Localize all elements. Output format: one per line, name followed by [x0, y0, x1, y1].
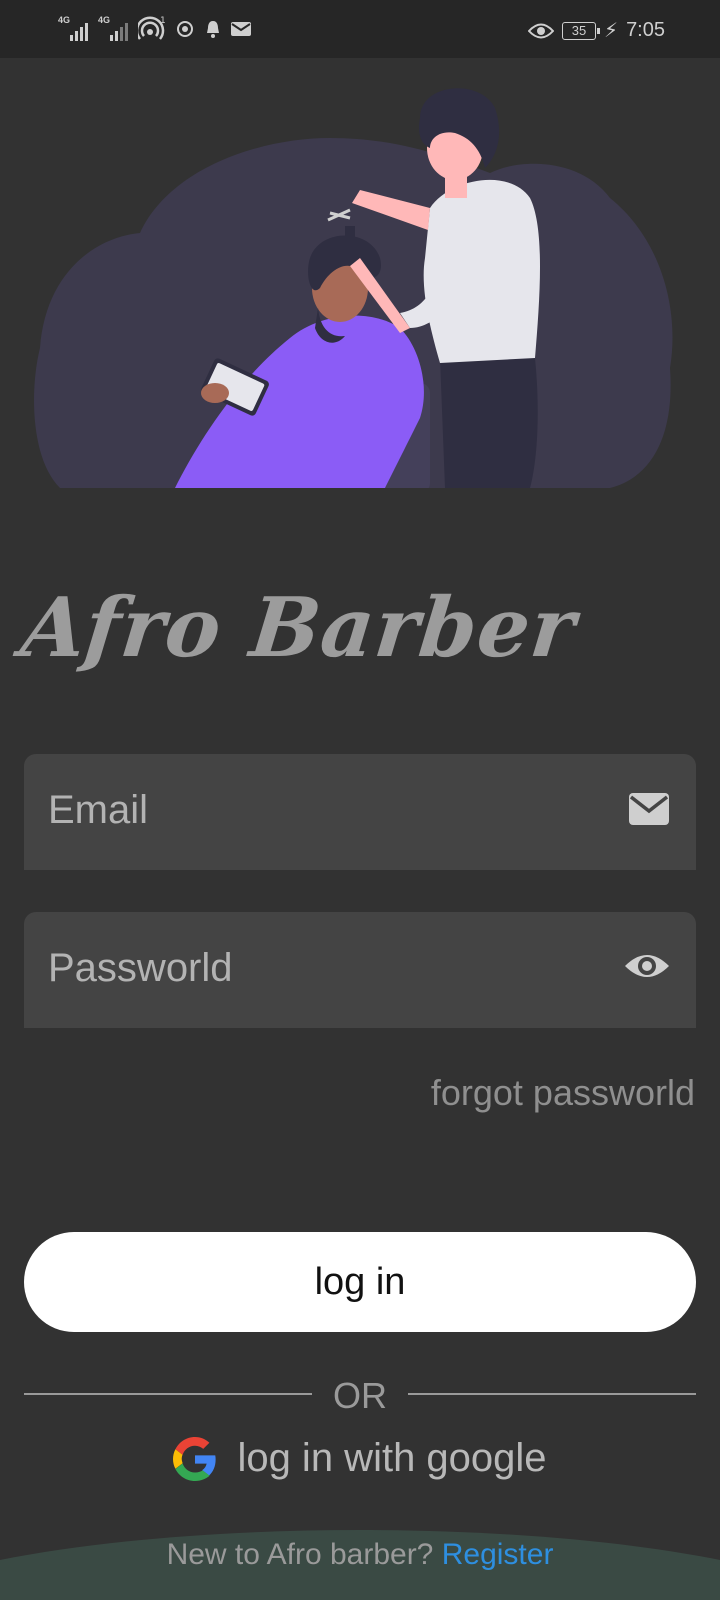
eye-icon[interactable] [624, 950, 670, 982]
google-icon [173, 1436, 217, 1481]
nfc-icon [177, 21, 193, 37]
eye-comfort-icon [528, 23, 555, 38]
divider-right [408, 1393, 696, 1395]
signal-icon-2: 4G [98, 15, 130, 41]
email-field[interactable]: Email [24, 754, 696, 870]
or-label: OR [333, 1375, 387, 1416]
barber-illustration [34, 88, 673, 488]
password-field[interactable]: Passworld [24, 912, 696, 1028]
charging-icon: ⚡ [604, 20, 619, 42]
svg-text:1: 1 [160, 16, 166, 26]
mail-icon [231, 22, 251, 36]
google-login-label: log in with google [237, 1436, 547, 1480]
email-placeholder: Email [48, 788, 149, 832]
mail-icon [629, 793, 669, 825]
status-bar: 4G 4G 1 35 ⚡ 7:05 [0, 0, 720, 58]
password-placeholder: Passworld [48, 946, 233, 990]
signal-icon: 4G [58, 15, 90, 41]
status-right: 35 ⚡ 7:05 [528, 18, 665, 43]
login-button[interactable]: log in [24, 1232, 696, 1332]
hotspot-icon: 1 [138, 16, 166, 40]
register-prompt: New to Afro barber? [166, 1538, 434, 1571]
battery-icon: 35 [562, 21, 601, 40]
clock: 7:05 [626, 19, 665, 41]
bell-icon [207, 21, 219, 38]
status-left: 4G 4G 1 [58, 15, 252, 42]
forgot-password-link[interactable]: forgot passworld [431, 1072, 695, 1114]
register-row: New to Afro barber? Register [0, 1538, 720, 1572]
register-link[interactable]: Register [442, 1538, 554, 1571]
app-title: Afro Barber [16, 580, 581, 676]
google-login-button[interactable]: log in with google [0, 1436, 720, 1481]
